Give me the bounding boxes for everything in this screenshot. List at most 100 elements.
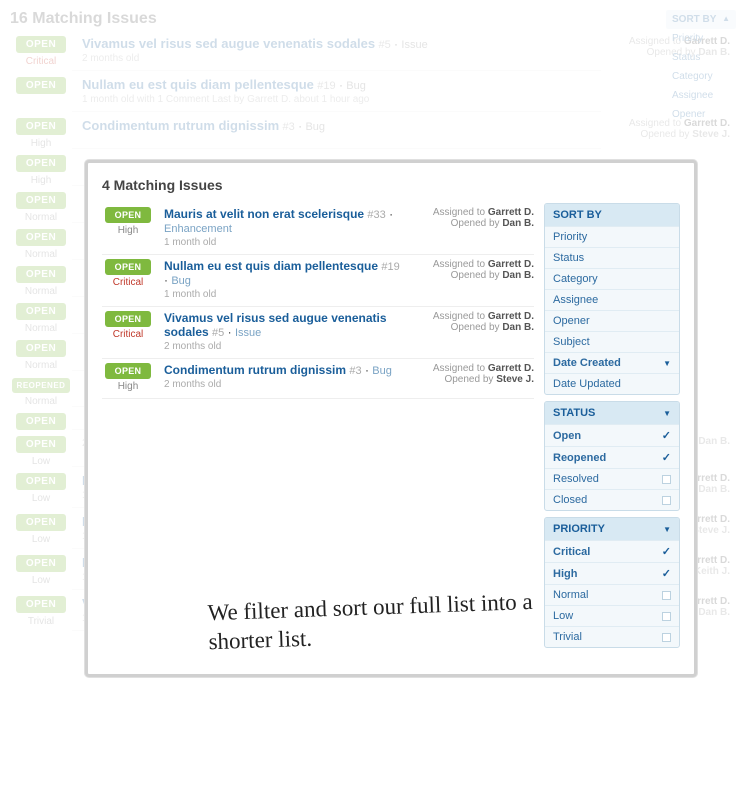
issue-number: #19 bbox=[317, 80, 335, 92]
status-badge: OPEN bbox=[16, 303, 66, 320]
opened-by: Opened by Dan B. bbox=[404, 218, 534, 229]
bg-sort-sidebar: SORT BY▲ PriorityStatusCategoryAssigneeO… bbox=[666, 10, 736, 124]
status-badge: OPEN bbox=[16, 413, 66, 430]
bg-issue-row: OPENHighCondimentum rutrum dignissim #3 … bbox=[10, 118, 736, 149]
bg-sort-item: Category bbox=[666, 67, 736, 86]
check-icon: ✓ bbox=[662, 451, 671, 464]
issue-number: #19 bbox=[381, 261, 399, 273]
issue-number: #33 bbox=[367, 209, 385, 221]
priority-label: Low bbox=[10, 575, 72, 586]
priority-filter-option[interactable]: Critical✓ bbox=[545, 540, 679, 562]
sort-option-label: Status bbox=[553, 252, 584, 264]
issue-type: Bug bbox=[372, 365, 392, 377]
sort-option-label: Date Updated bbox=[553, 378, 621, 390]
priority-label: High bbox=[102, 381, 154, 392]
issue-row[interactable]: OPENCriticalNullam eu est quis diam pell… bbox=[102, 255, 534, 307]
sort-by-header[interactable]: SORT BY bbox=[545, 204, 679, 226]
status-filter-option[interactable]: Reopened ✓ bbox=[545, 446, 679, 468]
issue-number: #3 bbox=[349, 365, 361, 377]
priority-filter-header[interactable]: PRIORITY bbox=[545, 518, 679, 540]
sort-option[interactable]: Assignee bbox=[545, 289, 679, 310]
status-badge: REOPENED bbox=[12, 378, 71, 393]
status-filter-option[interactable]: Resolved bbox=[545, 468, 679, 489]
status-filter-header[interactable]: STATUS bbox=[545, 402, 679, 424]
sort-by-group: SORT BY Priority Status CategoryAssignee Op… bbox=[544, 203, 680, 395]
issue-title-link[interactable]: Nullam eu est quis diam pellentesque bbox=[164, 259, 378, 273]
bg-sort-item: Opener bbox=[666, 105, 736, 124]
check-icon: ✓ bbox=[662, 429, 671, 442]
sort-option[interactable]: Date Created bbox=[545, 352, 679, 373]
priority-label: High bbox=[10, 175, 72, 186]
issue-type: Issue bbox=[401, 39, 427, 51]
priority-label: Normal bbox=[10, 212, 72, 223]
sort-option[interactable]: Date Updated bbox=[545, 373, 679, 394]
issue-age: 1 month old bbox=[164, 237, 404, 248]
status-badge: OPEN bbox=[16, 596, 66, 613]
status-badge: OPEN bbox=[16, 473, 66, 490]
issue-age: 1 month old bbox=[164, 289, 404, 300]
priority-label: Low bbox=[10, 493, 72, 504]
issue-title-link[interactable]: Mauris at velit non erat scelerisque bbox=[164, 207, 364, 221]
issue-meta: 1 month old with 1 Comment Last by Garre… bbox=[82, 94, 601, 105]
filter-option-label: Critical bbox=[553, 546, 590, 558]
issue-title-link[interactable]: Condimentum rutrum dignissim bbox=[164, 363, 346, 377]
sort-option-label: Opener bbox=[553, 315, 590, 327]
issue-title: Vivamus vel risus sed augue venenatis so… bbox=[82, 36, 375, 51]
bg-sort-item: Assignee bbox=[666, 86, 736, 105]
status-badge: OPEN bbox=[16, 77, 66, 94]
status-badge: OPEN bbox=[16, 155, 66, 172]
sort-option[interactable]: Status bbox=[545, 247, 679, 268]
status-filter-option[interactable]: Closed bbox=[545, 489, 679, 510]
issue-type: Bug bbox=[171, 275, 191, 287]
issue-row[interactable]: OPENHighMauris at velit non erat sceleri… bbox=[102, 203, 534, 255]
sort-option[interactable]: Priority bbox=[545, 226, 679, 247]
opened-by: Opened by Steve J. bbox=[601, 129, 730, 140]
bg-sort-item: Priority bbox=[666, 29, 736, 48]
issue-row[interactable]: OPENHighCondimentum rutrum dignissim #3 … bbox=[102, 359, 534, 399]
chevron-down-icon bbox=[663, 357, 671, 369]
status-badge: OPEN bbox=[105, 363, 152, 379]
opened-by: Opened by Dan B. bbox=[404, 270, 534, 281]
priority-label: Critical bbox=[102, 329, 154, 340]
chevron-down-icon bbox=[663, 407, 671, 419]
issue-title-link[interactable]: Vivamus vel risus sed augue venenatis so… bbox=[164, 311, 387, 339]
status-badge: OPEN bbox=[16, 555, 66, 572]
sort-option[interactable]: Category bbox=[545, 268, 679, 289]
issue-number: #3 bbox=[283, 121, 295, 133]
bg-sort-item: Status bbox=[666, 48, 736, 67]
status-badge: OPEN bbox=[16, 436, 66, 453]
status-filter-option[interactable]: Open✓ bbox=[545, 424, 679, 446]
issue-title: Condimentum rutrum dignissim bbox=[82, 118, 279, 133]
priority-label: Low bbox=[10, 534, 72, 545]
priority-filter-option[interactable]: High✓ bbox=[545, 562, 679, 584]
issue-list: OPEN High Mauris at velit non erat sceleri… bbox=[102, 203, 534, 654]
issue-type: Issue bbox=[235, 327, 261, 339]
assigned-to: Assigned to Garrett D. bbox=[404, 207, 534, 218]
filter-option-label: High bbox=[553, 568, 577, 580]
status-badge: OPEN bbox=[16, 514, 66, 531]
bg-issue-row: OPENNullam eu est quis diam pellentesque… bbox=[10, 77, 736, 112]
filter-option-label: Reopened bbox=[553, 452, 606, 464]
issue-type: Bug bbox=[346, 80, 366, 92]
panel-heading: 4 Matching Issues bbox=[102, 177, 680, 193]
checkbox-empty-icon bbox=[662, 496, 671, 505]
checkbox-empty-icon bbox=[662, 591, 671, 600]
status-badge: OPEN bbox=[16, 118, 66, 135]
status-badge: OPEN bbox=[16, 192, 66, 209]
sort-option-label: Date Created bbox=[553, 357, 621, 369]
issue-age: 2 months old bbox=[164, 379, 404, 390]
priority-label: Normal bbox=[10, 360, 72, 371]
status-badge: OPEN bbox=[16, 266, 66, 283]
issue-row[interactable]: OPENCriticalVivamus vel risus sed augue … bbox=[102, 307, 534, 359]
opened-by: Opened by Dan B. bbox=[404, 322, 534, 333]
issue-type: Enhancement bbox=[164, 223, 232, 235]
checkbox-empty-icon bbox=[662, 612, 671, 621]
sort-option[interactable]: Subject bbox=[545, 331, 679, 352]
issue-age: 2 months old bbox=[164, 341, 404, 352]
sort-option[interactable]: Opener bbox=[545, 310, 679, 331]
checkbox-empty-icon bbox=[662, 475, 671, 484]
bg-issue-row: OPENCriticalVivamus vel risus sed augue … bbox=[10, 36, 736, 71]
filtered-results-panel: 4 Matching Issues OPEN High Mauris at veli… bbox=[85, 160, 697, 677]
filter-option-label: Closed bbox=[553, 494, 587, 506]
priority-label: Critical bbox=[102, 277, 154, 288]
